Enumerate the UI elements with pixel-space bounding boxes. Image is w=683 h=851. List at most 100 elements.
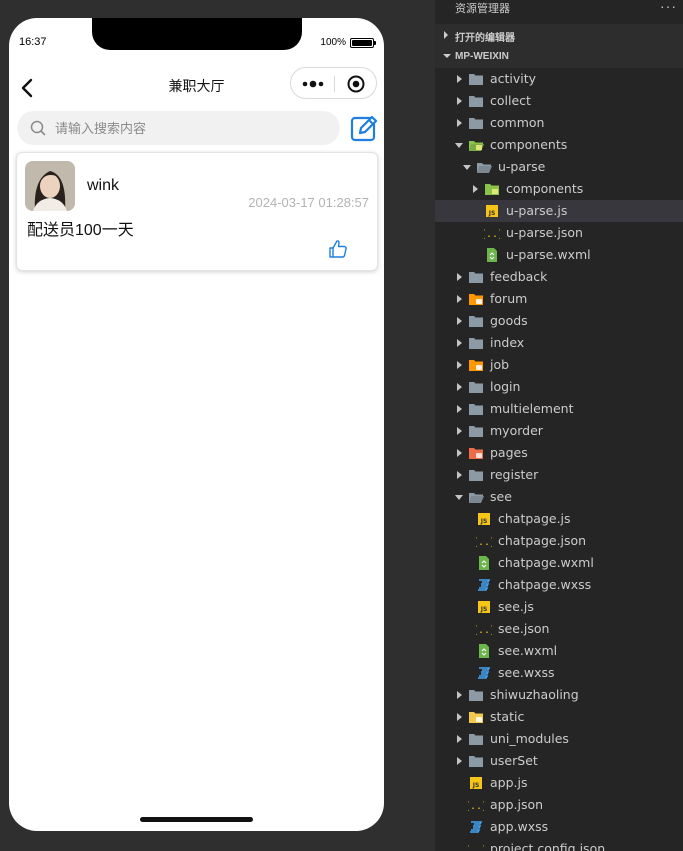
tree-item-see-wxml[interactable]: see.wxml xyxy=(435,640,683,662)
tree-item-chatpage-wxss[interactable]: chatpage.wxss xyxy=(435,574,683,596)
svg-text:{..}: {..} xyxy=(476,625,492,636)
tree-item-goods[interactable]: goods xyxy=(435,310,683,332)
tree-item-job[interactable]: job xyxy=(435,354,683,376)
tree-item-common[interactable]: common xyxy=(435,112,683,134)
folder-icon xyxy=(469,382,483,393)
tree-item-label: static xyxy=(490,709,525,724)
json-file-icon: {..} xyxy=(468,801,484,812)
tree-item-label: job xyxy=(490,357,510,372)
tree-item-register[interactable]: register xyxy=(435,464,683,486)
tree-item-label: common xyxy=(490,115,545,130)
avatar xyxy=(25,161,75,211)
tree-item-chatpage-wxml[interactable]: chatpage.wxml xyxy=(435,552,683,574)
chevron-right-icon xyxy=(457,757,462,765)
svg-text:JS: JS xyxy=(480,518,488,525)
tree-item-project-config-json[interactable]: {..} project.config.json xyxy=(435,838,683,851)
chevron-down-icon xyxy=(463,165,471,170)
tree-item-userset[interactable]: userSet xyxy=(435,750,683,772)
chevron-right-icon xyxy=(444,31,448,39)
tree-item-shiwuzhaoling[interactable]: shiwuzhaoling xyxy=(435,684,683,706)
tree-item-components[interactable]: components xyxy=(435,178,683,200)
post-author[interactable]: wink xyxy=(87,177,119,195)
chevron-right-icon xyxy=(457,405,462,413)
tree-item-index[interactable]: index xyxy=(435,332,683,354)
chevron-right-icon xyxy=(457,735,462,743)
tree-item-see-js[interactable]: JS see.js xyxy=(435,596,683,618)
tree-item-u-parse[interactable]: u-parse xyxy=(435,156,683,178)
tree-item-label: see xyxy=(490,489,512,504)
tree-item-app-js[interactable]: JS app.js xyxy=(435,772,683,794)
tree-item-myorder[interactable]: myorder xyxy=(435,420,683,442)
chevron-right-icon xyxy=(457,427,462,435)
tree-item-app-wxss[interactable]: app.wxss xyxy=(435,816,683,838)
json-file-icon: {..} xyxy=(468,845,484,851)
tree-item-see-json[interactable]: {..} see.json xyxy=(435,618,683,640)
folder-icon xyxy=(469,712,483,723)
open-editors-section[interactable]: 打开的编辑器 xyxy=(435,24,683,46)
thumbs-up-icon[interactable] xyxy=(328,239,348,259)
tree-item-label: u-parse xyxy=(498,159,546,174)
tree-item-uni-modules[interactable]: uni_modules xyxy=(435,728,683,750)
js-file-icon: JS xyxy=(470,777,482,789)
battery-percent: 100% xyxy=(320,37,346,48)
js-file-icon: JS xyxy=(478,601,490,613)
tree-item-see-wxss[interactable]: see.wxss xyxy=(435,662,683,684)
tree-item-feedback[interactable]: feedback xyxy=(435,266,683,288)
tree-item-label: goods xyxy=(490,313,528,328)
compose-post-icon[interactable] xyxy=(349,113,379,143)
project-section[interactable]: MP-WEIXIN xyxy=(435,46,683,68)
tree-item-pages[interactable]: pages xyxy=(435,442,683,464)
chevron-right-icon xyxy=(457,119,462,127)
folder-icon xyxy=(469,294,483,305)
tree-item-multielement[interactable]: multielement xyxy=(435,398,683,420)
tree-item-u-parse-wxml[interactable]: u-parse.wxml xyxy=(435,244,683,266)
chevron-right-icon xyxy=(457,273,462,281)
folder-icon xyxy=(469,756,483,767)
chevron-down-icon xyxy=(455,143,463,148)
chevron-right-icon xyxy=(457,713,462,721)
tree-item-activity[interactable]: activity xyxy=(435,68,683,90)
tree-item-login[interactable]: login xyxy=(435,376,683,398)
tree-item-label: feedback xyxy=(490,269,548,284)
svg-text:{..}: {..} xyxy=(468,845,484,851)
wxml-file-icon xyxy=(479,556,489,570)
tree-item-forum[interactable]: forum xyxy=(435,288,683,310)
folder-icon xyxy=(469,470,483,481)
tree-item-app-json[interactable]: {..} app.json xyxy=(435,794,683,816)
search-input[interactable] xyxy=(55,111,325,145)
tree-item-components[interactable]: components xyxy=(435,134,683,156)
tree-item-collect[interactable]: collect xyxy=(435,90,683,112)
tree-item-chatpage-js[interactable]: JS chatpage.js xyxy=(435,508,683,530)
tree-item-chatpage-json[interactable]: {..} chatpage.json xyxy=(435,530,683,552)
folder-icon xyxy=(469,96,483,107)
js-file-icon: JS xyxy=(486,205,498,217)
more-dots-icon[interactable] xyxy=(301,76,327,92)
tree-item-label: see.js xyxy=(498,599,534,614)
folder-icon xyxy=(469,74,483,85)
tree-item-static[interactable]: static xyxy=(435,706,683,728)
section-label: MP-WEIXIN xyxy=(455,51,509,62)
tree-item-u-parse-js[interactable]: JS u-parse.js xyxy=(435,200,683,222)
post-timestamp: 2024-03-17 01:28:57 xyxy=(248,195,369,210)
chevron-right-icon xyxy=(457,361,462,369)
folder-icon xyxy=(469,338,483,349)
phone-simulator: 16:37 100% 兼职大厅 请输入搜索内容 wink 2024-03-17 … xyxy=(9,18,384,831)
tree-item-label: index xyxy=(490,335,525,350)
section-label: 打开的编辑器 xyxy=(455,33,515,44)
folder-icon xyxy=(469,118,483,129)
tree-item-u-parse-json[interactable]: {..} u-parse.json xyxy=(435,222,683,244)
tree-item-label: login xyxy=(490,379,521,394)
post-card[interactable]: wink 2024-03-17 01:28:57 配送员100一天 xyxy=(16,152,378,271)
tree-item-label: components xyxy=(490,137,568,152)
tree-item-label: activity xyxy=(490,71,537,86)
tree-item-see[interactable]: see xyxy=(435,486,683,508)
chevron-right-icon xyxy=(457,471,462,479)
close-miniprogram-icon[interactable] xyxy=(346,74,366,94)
more-actions-icon[interactable]: ··· xyxy=(660,0,677,14)
phone-notch xyxy=(92,18,302,50)
svg-text:{..}: {..} xyxy=(468,801,484,812)
folder-icon xyxy=(469,360,483,371)
chevron-right-icon xyxy=(457,339,462,347)
folder-icon xyxy=(469,690,483,701)
folder-icon xyxy=(469,404,483,415)
